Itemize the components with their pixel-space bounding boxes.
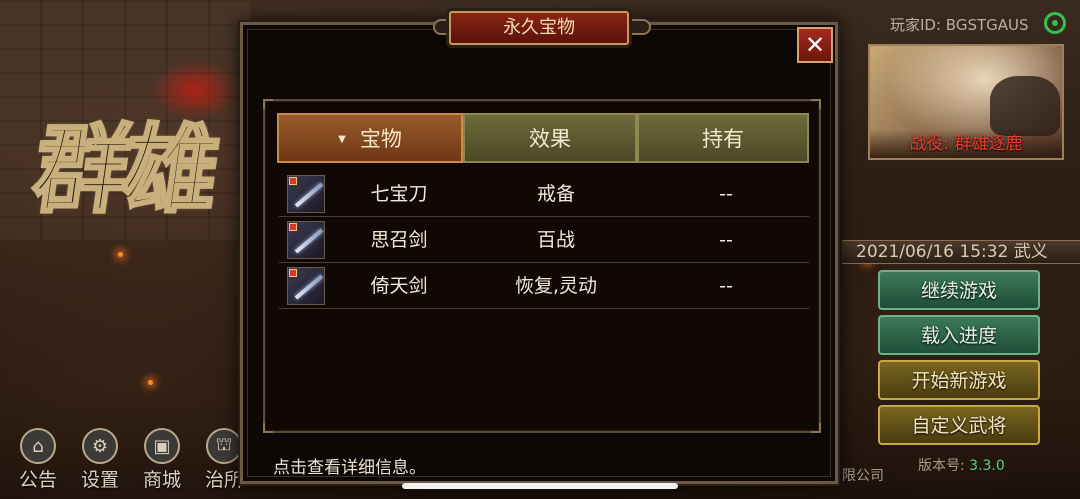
- corner-ornament: [263, 99, 273, 109]
- treasure-held: --: [719, 229, 733, 251]
- menu-settings-label: 设置: [80, 469, 119, 491]
- shop-icon: ▣: [144, 428, 180, 464]
- load-progress-button[interactable]: 载入进度: [878, 315, 1040, 355]
- continue-game-button[interactable]: 继续游戏: [878, 270, 1040, 310]
- treasure-held: --: [719, 275, 733, 297]
- corner-ornament: [811, 99, 821, 109]
- table-row[interactable]: 七宝刀 戒备 --: [279, 171, 809, 217]
- pavilion-icon: ⛫: [206, 428, 242, 464]
- treasure-modal: 永久宝物 ✕ ▼ 宝物 效果 持有 七宝刀 戒备 -- 思召剑 百战 -- 倚天剑…: [240, 11, 838, 484]
- column-header-held[interactable]: 持有: [637, 113, 809, 163]
- sword-icon: [287, 267, 325, 305]
- company-text: 限公司: [842, 468, 884, 484]
- menu-shop-button[interactable]: ▣ 商城: [138, 428, 186, 492]
- ember-particle: [118, 252, 123, 257]
- column-header-effect[interactable]: 效果: [463, 113, 637, 163]
- version-label: 版本号:: [918, 458, 970, 474]
- corner-ornament: [263, 423, 273, 433]
- game-logo: 群雄: [25, 112, 220, 228]
- menu-notice-button[interactable]: ⌂ 公告: [14, 428, 62, 492]
- notice-icon: ⌂: [20, 428, 56, 464]
- rank-badge: [289, 223, 297, 231]
- ember-particle: [148, 380, 153, 385]
- sort-down-icon: ▼: [338, 134, 346, 145]
- treasure-name: 倚天剑: [370, 275, 428, 297]
- treasure-name: 七宝刀: [370, 183, 428, 205]
- hint-text: 点击查看详细信息。: [273, 458, 426, 478]
- modal-title: 永久宝物: [449, 11, 629, 45]
- rank-badge: [289, 177, 297, 185]
- treasure-effect: 百战: [536, 229, 575, 251]
- table-row[interactable]: 思召剑 百战 --: [279, 217, 809, 263]
- new-game-button[interactable]: 开始新游戏: [878, 360, 1040, 400]
- home-indicator[interactable]: [402, 483, 678, 489]
- table-row[interactable]: 倚天剑 恢复,灵动 --: [279, 263, 809, 309]
- column-header-treasure[interactable]: ▼ 宝物: [277, 113, 463, 163]
- corner-ornament: [811, 423, 821, 433]
- blade-graphic: [294, 228, 324, 254]
- column-header-treasure-label: 宝物: [359, 127, 402, 151]
- menu-notice-label: 公告: [18, 469, 57, 491]
- menu-shop-label: 商城: [142, 469, 181, 491]
- campaign-card[interactable]: 战役: 群雄逐鹿: [868, 44, 1064, 160]
- blade-graphic: [294, 182, 324, 208]
- treasure-held: --: [719, 183, 733, 205]
- blade-graphic: [294, 274, 324, 300]
- treasure-effect: 恢复,灵动: [514, 275, 598, 297]
- gear-icon: ⚙: [82, 428, 118, 464]
- treasure-name: 思召剑: [370, 229, 428, 251]
- treasure-table: ▼ 宝物 效果 持有 七宝刀 戒备 -- 思召剑 百战 -- 倚天剑 恢复,灵动 …: [263, 99, 821, 433]
- sword-icon: [287, 221, 325, 259]
- campaign-title: 战役: 群雄逐鹿: [870, 130, 1062, 158]
- connection-icon: [1044, 12, 1066, 34]
- cavalry-silhouette: [990, 76, 1060, 136]
- treasure-effect: 戒备: [536, 183, 575, 205]
- custom-general-button[interactable]: 自定义武将: [878, 405, 1040, 445]
- bottom-menu: ⌂ 公告 ⚙ 设置 ▣ 商城 ⛫ 治所: [14, 428, 248, 492]
- blade-icon: [287, 175, 325, 213]
- version-info: 版本号: 3.3.0: [918, 455, 1005, 475]
- rank-badge: [289, 269, 297, 277]
- version-number: 3.3.0: [969, 458, 1005, 474]
- close-button[interactable]: ✕: [797, 27, 833, 63]
- save-info-bar: 2021/06/16 15:32 武义: [842, 240, 1080, 264]
- menu-settings-button[interactable]: ⚙ 设置: [76, 428, 124, 492]
- player-id: 玩家ID: BGSTGAUS: [890, 16, 1029, 34]
